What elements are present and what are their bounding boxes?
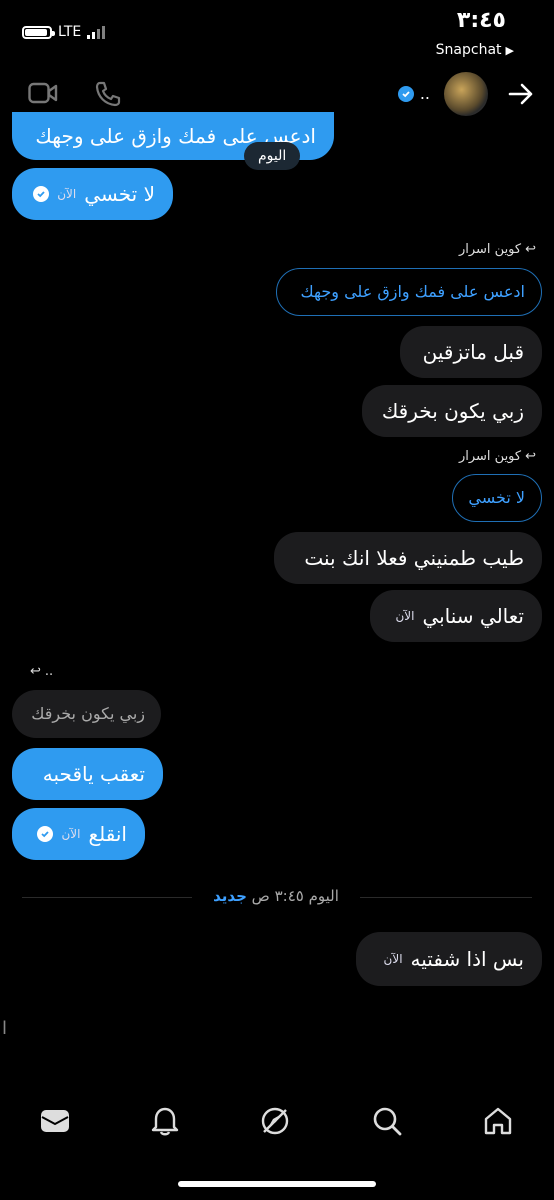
status-time: ٣:٤٥ — [456, 8, 506, 33]
divider-left — [22, 897, 192, 898]
quoted-message[interactable]: لا تخسي — [452, 474, 542, 522]
message-text: تعقب ياقحبه — [42, 762, 145, 786]
signal-icon — [87, 25, 106, 39]
message-text: زبي يكون بخرقك — [381, 399, 524, 423]
message-timestamp: الآن — [395, 608, 415, 623]
home-indicator[interactable] — [178, 1181, 376, 1187]
home-icon[interactable] — [483, 1106, 513, 1140]
seen-check-icon — [37, 826, 54, 842]
message-bubble[interactable]: زبي يكون بخرقك — [362, 385, 542, 437]
inbox-icon[interactable] — [40, 1108, 70, 1138]
typing-fragment: ا — [2, 1018, 8, 1039]
reply-arrow-icon: ↩ — [525, 242, 536, 257]
seen-check-icon — [33, 186, 50, 202]
verified-icon — [398, 86, 414, 102]
day-separator: اليوم — [244, 142, 301, 170]
quoted-message[interactable]: زبي يكون بخرقك — [12, 690, 161, 738]
back-app-label: Snapchat — [435, 42, 502, 58]
quoted-text: زبي يكون بخرقك — [31, 704, 145, 724]
divider-time: اليوم ٣:٤٥ ص — [251, 887, 339, 905]
message-bubble[interactable]: قبل ماتزقين — [400, 326, 542, 378]
reply-label: ↩ كوين اسرار — [459, 449, 536, 464]
quoted-text: لا تخسي — [468, 488, 525, 508]
message-timestamp: الآن — [61, 826, 81, 841]
message-text: انقلع — [88, 822, 127, 846]
video-call-icon[interactable] — [28, 82, 58, 104]
message-bubble[interactable]: انقلع الآن — [12, 808, 145, 860]
message-text: تعالي سنابي — [422, 604, 524, 628]
reply-label: ↩ كوين اسرار — [459, 242, 536, 257]
message-timestamp: الآن — [57, 186, 77, 201]
battery-icon — [22, 25, 55, 39]
new-label: جديد — [213, 887, 247, 905]
phone-call-icon[interactable] — [94, 80, 122, 108]
message-text: طيب طمنيني فعلا انك بنت — [304, 546, 524, 570]
play-icon: ▶ — [505, 43, 514, 57]
search-icon[interactable] — [372, 1106, 402, 1140]
quoted-message[interactable]: ادعس على فمك وازق على وجهك — [276, 268, 542, 316]
status-left: LTE — [22, 24, 106, 40]
reply-author: كوين اسرار — [458, 242, 522, 257]
quoted-text: ادعس على فمك وازق على وجهك — [300, 282, 525, 302]
reply-label: ↩ .. — [30, 664, 53, 679]
network-label: LTE — [58, 24, 82, 40]
message-bubble[interactable]: تعقب ياقحبه — [12, 748, 163, 800]
new-messages-divider: اليوم ٣:٤٥ ص جديد — [198, 887, 354, 905]
forward-arrow-icon[interactable] — [508, 82, 534, 106]
explore-icon[interactable] — [260, 1106, 290, 1140]
message-text: بس اذا شفتيه — [410, 947, 524, 971]
avatar[interactable] — [444, 72, 488, 116]
message-bubble[interactable]: طيب طمنيني فعلا انك بنت — [274, 532, 542, 584]
message-bubble[interactable]: تعالي سنابي الآن — [370, 590, 542, 642]
message-bubble[interactable]: بس اذا شفتيه الآن — [356, 932, 542, 986]
reply-author: .. — [44, 664, 54, 679]
message-bubble[interactable]: لا تخسي الآن — [12, 168, 173, 220]
reply-arrow-icon: ↩ — [525, 449, 536, 464]
reply-author: كوين اسرار — [458, 449, 522, 464]
contact-name[interactable]: .. — [420, 84, 430, 103]
bell-icon[interactable] — [151, 1106, 179, 1140]
reply-arrow-icon: ↩ — [30, 664, 41, 679]
divider-right — [360, 897, 532, 898]
message-text: قبل ماتزقين — [422, 340, 524, 364]
message-text: لا تخسي — [84, 182, 155, 206]
back-to-app[interactable]: Snapchat ▶ — [436, 42, 514, 58]
message-timestamp: الآن — [383, 951, 403, 966]
